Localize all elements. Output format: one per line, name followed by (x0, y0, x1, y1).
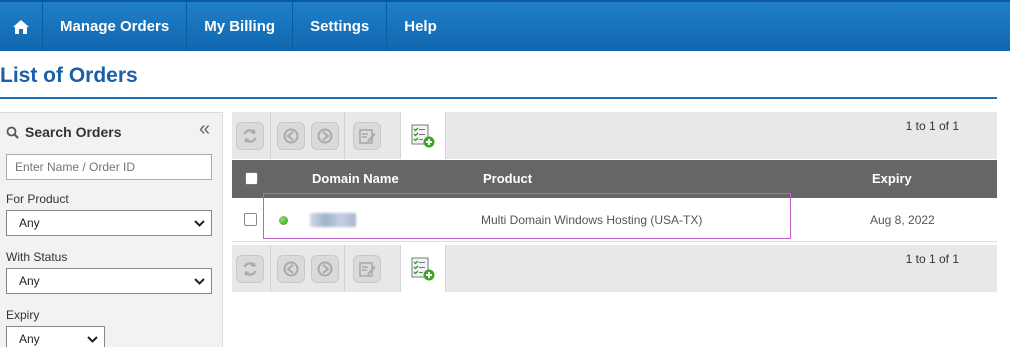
refresh-button[interactable] (236, 255, 264, 283)
toolbar-divider (344, 245, 345, 292)
toolbar-divider (344, 112, 345, 159)
nav-my-billing[interactable]: My Billing (187, 2, 294, 51)
status-filter-label: With Status (6, 250, 68, 264)
home-icon (13, 19, 29, 34)
search-header: Search Orders (6, 124, 122, 140)
header-domain-name[interactable]: Domain Name (312, 171, 399, 186)
nav-manage-orders[interactable]: Manage Orders (43, 2, 188, 51)
orders-table-header: Domain Name Product Expiry (232, 160, 997, 198)
product-name: Multi Domain Windows Hosting (USA-TX) (481, 213, 703, 227)
orders-toolbar-bottom: 1 to 1 of 1 (232, 245, 997, 292)
suspend-icon (283, 128, 299, 144)
expiry-select-value: Any (19, 332, 40, 346)
suspend-button[interactable] (277, 122, 305, 150)
unsuspend-icon (317, 128, 333, 144)
collapse-sidebar-icon[interactable]: « (199, 118, 210, 141)
nav-settings[interactable]: Settings (293, 2, 388, 51)
expiry-filter-label: Expiry (6, 308, 40, 322)
chevron-down-icon (87, 335, 98, 343)
edit-icon (359, 262, 376, 277)
search-title: Search Orders (25, 124, 122, 140)
select-all-checkbox[interactable] (245, 172, 258, 185)
search-input[interactable] (6, 154, 212, 180)
chevron-down-icon (194, 219, 205, 227)
page-title: List of Orders (0, 64, 138, 87)
product-select-value: Any (19, 216, 40, 230)
header-product[interactable]: Product (483, 171, 532, 186)
unsuspend-button[interactable] (311, 255, 339, 283)
expiry-select[interactable]: Any (6, 326, 105, 347)
home-button[interactable] (0, 2, 43, 51)
unsuspend-icon (317, 261, 333, 277)
refresh-button[interactable] (236, 122, 264, 150)
refresh-icon (243, 129, 257, 143)
suspend-icon (283, 261, 299, 277)
table-row[interactable]: Multi Domain Windows Hosting (USA-TX) Au… (232, 199, 997, 242)
status-select[interactable]: Any (6, 268, 212, 294)
edit-icon (359, 129, 376, 144)
product-filter-label: For Product (6, 192, 69, 206)
add-order-icon (411, 124, 435, 147)
header-expiry[interactable]: Expiry (872, 171, 912, 186)
pagination-info: 1 to 1 of 1 (905, 119, 959, 133)
search-sidebar: Search Orders « For Product Any With Sta… (0, 112, 223, 347)
expiry-date: Aug 8, 2022 (870, 213, 935, 227)
toolbar-divider (270, 112, 271, 159)
chevron-down-icon (194, 277, 205, 285)
edit-button[interactable] (353, 255, 381, 283)
add-order-button[interactable] (400, 112, 446, 159)
nav-help[interactable]: Help (387, 2, 454, 51)
product-select[interactable]: Any (6, 210, 212, 236)
row-checkbox[interactable] (244, 213, 257, 226)
pagination-info: 1 to 1 of 1 (905, 252, 959, 266)
toolbar-divider (270, 245, 271, 292)
suspend-button[interactable] (277, 255, 305, 283)
top-nav: Manage Orders My Billing Settings Help (0, 0, 1010, 51)
status-select-value: Any (19, 274, 40, 288)
edit-button[interactable] (353, 122, 381, 150)
add-order-button[interactable] (400, 245, 446, 292)
search-icon (6, 126, 19, 139)
add-order-icon (411, 257, 435, 280)
refresh-icon (243, 262, 257, 276)
title-divider (0, 97, 997, 99)
orders-toolbar-top: 1 to 1 of 1 (232, 112, 997, 159)
domain-name-redacted[interactable] (310, 213, 356, 227)
status-active-icon (279, 216, 288, 225)
unsuspend-button[interactable] (311, 122, 339, 150)
